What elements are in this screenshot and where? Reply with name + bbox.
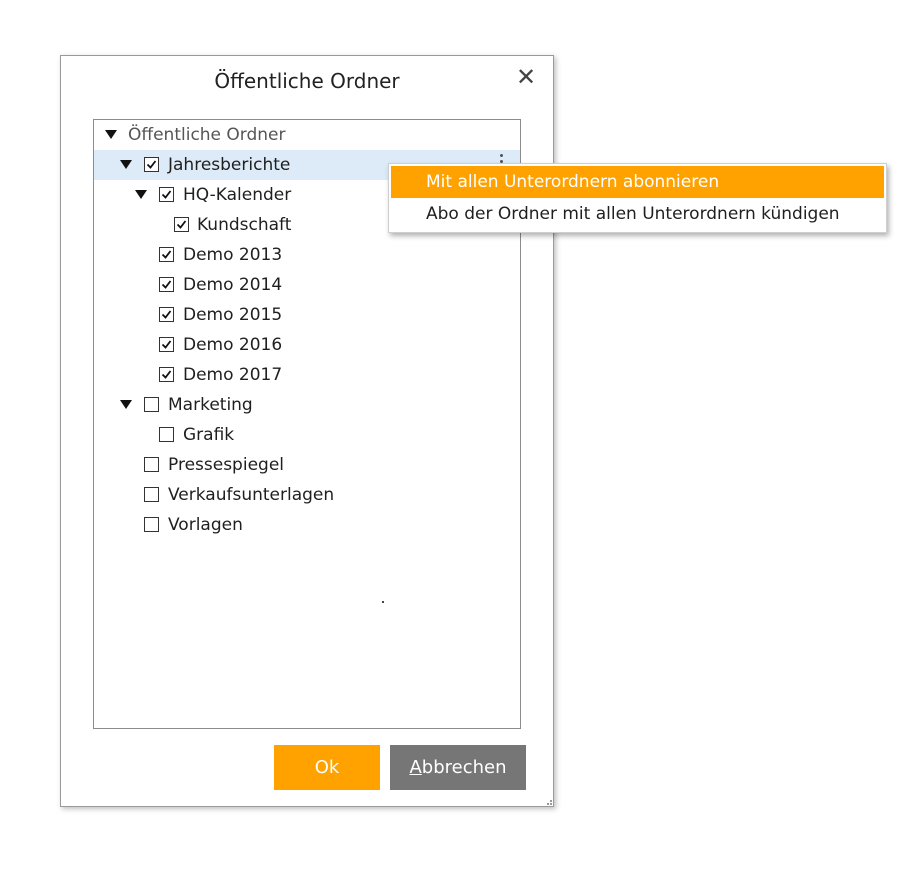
tree-item-marketing[interactable]: Marketing: [94, 390, 520, 420]
tree-item-label: Demo 2016: [183, 335, 283, 355]
resize-grip-icon[interactable]: [546, 799, 552, 805]
expand-arrow-icon[interactable]: [120, 160, 132, 169]
ok-button[interactable]: Ok: [274, 745, 380, 790]
tree-item-label: Marketing: [168, 395, 253, 415]
tree-item-label: Kundschaft: [197, 215, 292, 235]
tree-item-vorlagen[interactable]: Vorlagen: [94, 510, 520, 540]
checkbox-unchecked[interactable]: [144, 487, 159, 502]
tree-item-pressespiegel[interactable]: Pressespiegel: [94, 450, 520, 480]
dialog-title: Öffentliche Ordner: [214, 69, 400, 93]
checkbox-checked[interactable]: [159, 337, 174, 352]
cancel-button-rest: bbrechen: [421, 757, 507, 778]
tree-item-demo-2015[interactable]: Demo 2015: [94, 300, 520, 330]
tree-item-label: Demo 2015: [183, 305, 283, 325]
tree-item-label: Verkaufsunterlagen: [168, 485, 335, 505]
checkbox-checked[interactable]: [144, 157, 159, 172]
tree-item-label: Demo 2014: [183, 275, 283, 295]
checkbox-checked[interactable]: [159, 277, 174, 292]
checkbox-unchecked[interactable]: [144, 397, 159, 412]
tree-item-demo-2014[interactable]: Demo 2014: [94, 270, 520, 300]
tree-root-row[interactable]: Öffentliche Ordner: [94, 120, 520, 150]
checkbox-checked[interactable]: [159, 187, 174, 202]
tree-item-label: Jahresberichte: [168, 155, 291, 175]
checkbox-checked[interactable]: [159, 307, 174, 322]
menu-item-unsubscribe-all[interactable]: Abo der Ordner mit allen Unterordnern kü…: [391, 198, 884, 230]
cancel-button[interactable]: Abbrechen: [390, 745, 526, 790]
tree-item-label: Vorlagen: [168, 515, 243, 535]
checkbox-checked[interactable]: [174, 217, 189, 232]
tree-item-verkaufsunterlagen[interactable]: Verkaufsunterlagen: [94, 480, 520, 510]
context-menu: Mit allen Unterordnern abonnieren Abo de…: [388, 163, 887, 233]
checkbox-unchecked[interactable]: [159, 427, 174, 442]
checkbox-checked[interactable]: [159, 247, 174, 262]
expand-arrow-icon[interactable]: [105, 130, 117, 139]
tree-item-demo-2013[interactable]: Demo 2013: [94, 240, 520, 270]
tree-item-demo-2017[interactable]: Demo 2017: [94, 360, 520, 390]
stray-dot: [382, 601, 384, 603]
menu-item-subscribe-all[interactable]: Mit allen Unterordnern abonnieren: [391, 166, 884, 198]
expand-arrow-icon[interactable]: [120, 400, 132, 409]
checkbox-checked[interactable]: [159, 367, 174, 382]
tree-item-demo-2016[interactable]: Demo 2016: [94, 330, 520, 360]
tree-item-label: HQ-Kalender: [183, 185, 292, 205]
cancel-button-mnemonic: A: [409, 757, 422, 778]
expand-arrow-icon[interactable]: [135, 190, 147, 199]
tree-item-label: Demo 2017: [183, 365, 283, 385]
tree-root-label: Öffentliche Ordner: [128, 125, 286, 145]
checkbox-unchecked[interactable]: [144, 517, 159, 532]
close-icon[interactable]: ✕: [515, 64, 537, 90]
tree-item-label: Pressespiegel: [168, 455, 285, 475]
tree-item-grafik[interactable]: Grafik: [94, 420, 520, 450]
checkbox-unchecked[interactable]: [144, 457, 159, 472]
tree-item-label: Grafik: [183, 425, 235, 445]
tree-item-label: Demo 2013: [183, 245, 283, 265]
